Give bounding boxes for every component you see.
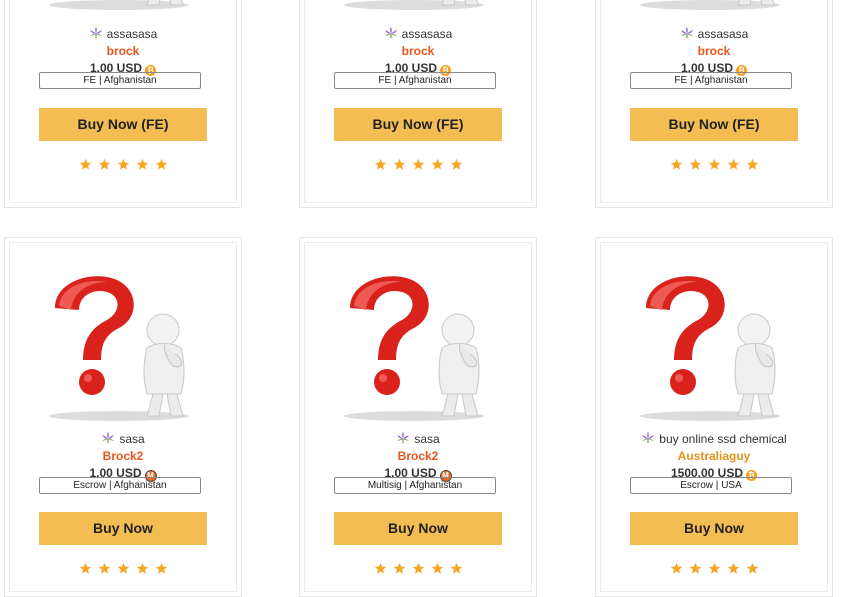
question-mark-person-image bbox=[35, 0, 203, 11]
product-title[interactable]: assasasa bbox=[698, 27, 749, 41]
star-icon bbox=[136, 562, 149, 575]
star-icon bbox=[98, 562, 111, 575]
product-image[interactable] bbox=[626, 270, 794, 422]
seller-name[interactable]: brock bbox=[596, 44, 832, 58]
product-image[interactable] bbox=[330, 0, 498, 11]
star-icon bbox=[79, 562, 92, 575]
shipping-tag: FE | Afghanistan bbox=[334, 72, 496, 89]
shipping-tag: Escrow | USA bbox=[630, 477, 792, 494]
cannabis-leaf-icon bbox=[89, 26, 103, 40]
cannabis-leaf-icon bbox=[101, 431, 115, 445]
product-title[interactable]: assasasa bbox=[402, 27, 453, 41]
product-card: sasa Brock2 1.00 USD M Multisig | Afghani… bbox=[299, 237, 537, 597]
rating-stars bbox=[300, 158, 536, 176]
star-icon bbox=[393, 158, 406, 171]
star-icon bbox=[450, 562, 463, 575]
star-icon bbox=[727, 562, 740, 575]
product-card: buy online ssd chemical Australiaguy 150… bbox=[595, 237, 833, 597]
star-icon bbox=[746, 562, 759, 575]
buy-now-button[interactable]: Buy Now (FE) bbox=[39, 108, 207, 141]
star-icon bbox=[374, 158, 387, 171]
vendor-row: assasasa bbox=[5, 26, 241, 41]
shipping-tag: Multisig | Afghanistan bbox=[334, 477, 496, 494]
star-icon bbox=[670, 158, 683, 171]
star-icon bbox=[431, 562, 444, 575]
rating-stars bbox=[5, 158, 241, 176]
question-mark-person-image bbox=[35, 270, 203, 422]
question-mark-person-image bbox=[626, 0, 794, 11]
buy-now-button[interactable]: Buy Now bbox=[39, 512, 207, 545]
star-icon bbox=[689, 158, 702, 171]
star-icon bbox=[393, 562, 406, 575]
star-icon bbox=[412, 562, 425, 575]
product-title[interactable]: buy online ssd chemical bbox=[659, 432, 786, 446]
vendor-row: assasasa bbox=[300, 26, 536, 41]
seller-name[interactable]: brock bbox=[5, 44, 241, 58]
star-icon bbox=[689, 562, 702, 575]
star-icon bbox=[117, 562, 130, 575]
question-mark-person-image bbox=[626, 270, 794, 422]
rating-stars bbox=[300, 562, 536, 580]
star-icon bbox=[708, 562, 721, 575]
star-icon bbox=[155, 562, 168, 575]
shipping-tag: FE | Afghanistan bbox=[630, 72, 792, 89]
product-card: assasasa brock 1.00 USD ₿ FE | Afghanista… bbox=[595, 0, 833, 208]
vendor-row: buy online ssd chemical bbox=[596, 431, 832, 446]
star-icon bbox=[431, 158, 444, 171]
question-mark-person-image bbox=[330, 270, 498, 422]
star-icon bbox=[79, 158, 92, 171]
star-icon bbox=[450, 158, 463, 171]
star-icon bbox=[670, 562, 683, 575]
buy-now-button[interactable]: Buy Now bbox=[630, 512, 798, 545]
star-icon bbox=[136, 158, 149, 171]
buy-now-button[interactable]: Buy Now (FE) bbox=[334, 108, 502, 141]
cannabis-leaf-icon bbox=[680, 26, 694, 40]
product-image[interactable] bbox=[35, 270, 203, 422]
product-title[interactable]: sasa bbox=[119, 432, 144, 446]
vendor-row: assasasa bbox=[596, 26, 832, 41]
product-card: assasasa brock 1.00 USD ₿ FE | Afghanista… bbox=[299, 0, 537, 208]
seller-name[interactable]: brock bbox=[300, 44, 536, 58]
star-icon bbox=[708, 158, 721, 171]
seller-name[interactable]: Brock2 bbox=[300, 449, 536, 463]
cannabis-leaf-icon bbox=[384, 26, 398, 40]
star-icon bbox=[412, 158, 425, 171]
rating-stars bbox=[596, 562, 832, 580]
question-mark-person-image bbox=[330, 0, 498, 11]
star-icon bbox=[155, 158, 168, 171]
vendor-row: sasa bbox=[300, 431, 536, 446]
product-image[interactable] bbox=[330, 270, 498, 422]
cannabis-leaf-icon bbox=[641, 431, 655, 445]
seller-name[interactable]: Australiaguy bbox=[596, 449, 832, 463]
cannabis-leaf-icon bbox=[396, 431, 410, 445]
shipping-tag: FE | Afghanistan bbox=[39, 72, 201, 89]
rating-stars bbox=[5, 562, 241, 580]
product-image[interactable] bbox=[626, 0, 794, 11]
product-image[interactable] bbox=[35, 0, 203, 11]
star-icon bbox=[746, 158, 759, 171]
product-title[interactable]: assasasa bbox=[107, 27, 158, 41]
product-card: assasasa brock 1.00 USD ₿ FE | Afghanista… bbox=[4, 0, 242, 208]
vendor-row: sasa bbox=[5, 431, 241, 446]
buy-now-button[interactable]: Buy Now (FE) bbox=[630, 108, 798, 141]
product-title[interactable]: sasa bbox=[414, 432, 439, 446]
rating-stars bbox=[596, 158, 832, 176]
product-card: sasa Brock2 1.00 USD M Escrow | Afghanist… bbox=[4, 237, 242, 597]
shipping-tag: Escrow | Afghanistan bbox=[39, 477, 201, 494]
star-icon bbox=[374, 562, 387, 575]
star-icon bbox=[727, 158, 740, 171]
buy-now-button[interactable]: Buy Now bbox=[334, 512, 502, 545]
seller-name[interactable]: Brock2 bbox=[5, 449, 241, 463]
star-icon bbox=[117, 158, 130, 171]
star-icon bbox=[98, 158, 111, 171]
